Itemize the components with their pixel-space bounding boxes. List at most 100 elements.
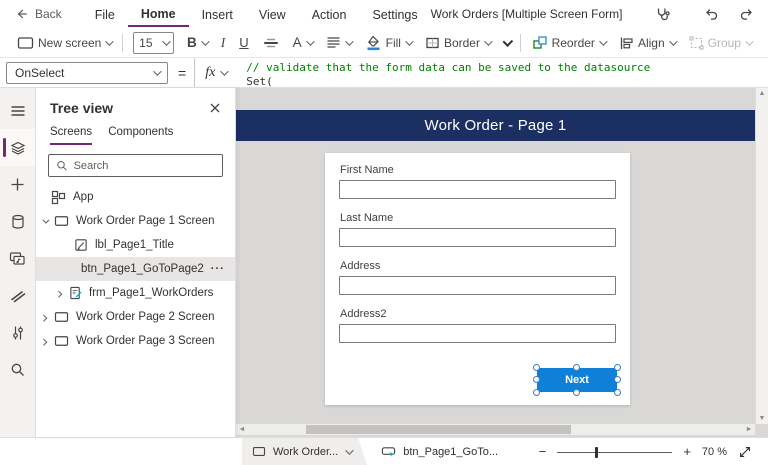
selection-handle[interactable] <box>573 389 580 396</box>
chevron-right-icon[interactable] <box>40 338 47 345</box>
font-size-select[interactable]: 15 <box>133 32 174 54</box>
app-checker-icon[interactable] <box>654 6 671 22</box>
rail-tree-view-button[interactable] <box>0 129 35 166</box>
rail-power-automate-button[interactable] <box>0 277 35 314</box>
hamburger-menu-button[interactable] <box>0 92 35 129</box>
undo-icon[interactable] <box>703 6 719 22</box>
fit-to-window-icon[interactable] <box>738 445 752 459</box>
zoom-level-value: 70 <box>702 446 714 458</box>
selection-handle[interactable] <box>573 364 580 371</box>
screen-selector-tab[interactable]: Work Order... <box>242 438 367 465</box>
zoom-slider[interactable] <box>557 446 672 458</box>
scroll-right-arrow-icon[interactable]: ► <box>743 426 755 433</box>
fill-button[interactable]: Fill <box>358 31 418 55</box>
group-label: Group <box>708 36 741 50</box>
menu-home[interactable]: Home <box>128 1 189 27</box>
percent-sign: % <box>717 446 727 458</box>
zoom-in-button[interactable]: + <box>683 444 691 459</box>
border-label: Border <box>444 36 480 50</box>
italic-button[interactable]: I <box>214 31 233 55</box>
tree-item-label: btn_Page1_GoToPage2 <box>81 263 204 275</box>
work-order-form[interactable]: First Name Last Name Address Address2 Ne… <box>325 153 630 405</box>
tree-item-label: Work Order Page 3 Screen <box>76 335 215 347</box>
rail-search-button[interactable] <box>0 351 35 388</box>
more-formatting-chevron-icon[interactable] <box>503 36 513 46</box>
property-selector[interactable]: OnSelect <box>6 62 168 84</box>
selection-handle[interactable] <box>614 364 621 371</box>
tree-item-button-control[interactable]: btn_Page1_GoToPage2 ··· <box>36 257 235 281</box>
align-button[interactable]: Align <box>612 31 682 55</box>
font-color-button[interactable]: A <box>286 31 319 55</box>
form-field-address2: Address2 <box>339 295 616 343</box>
rail-data-button[interactable] <box>0 203 35 240</box>
chevron-right-icon[interactable] <box>40 314 47 321</box>
scrollbar-thumb[interactable] <box>306 425 571 434</box>
search-icon <box>56 159 68 172</box>
menu-view[interactable]: View <box>246 2 299 26</box>
rail-media-button[interactable] <box>0 240 35 277</box>
zoom-slider-handle[interactable] <box>595 447 598 458</box>
next-button[interactable]: Next <box>537 368 617 392</box>
zoom-out-button[interactable]: − <box>539 444 547 459</box>
text-align-button[interactable] <box>319 31 358 55</box>
rail-advanced-tools-button[interactable] <box>0 314 35 351</box>
back-button[interactable]: Back <box>14 7 62 21</box>
tree-item-app[interactable]: App <box>36 185 235 209</box>
first-name-input[interactable] <box>339 180 616 199</box>
selection-handle[interactable] <box>533 376 540 383</box>
close-icon[interactable] <box>209 102 221 114</box>
selected-control-label: btn_Page1_GoTo... <box>403 446 498 458</box>
chevron-down-icon[interactable] <box>42 216 49 223</box>
bold-glyph: B <box>187 35 197 50</box>
tab-screens[interactable]: Screens <box>50 126 92 145</box>
fx-button[interactable]: fx <box>194 58 236 87</box>
strikethrough-icon <box>263 37 279 49</box>
scroll-down-arrow-icon[interactable]: ▼ <box>759 415 766 422</box>
menu-file[interactable]: File <box>82 2 128 26</box>
last-name-input[interactable] <box>339 228 616 247</box>
tree-item-screen2[interactable]: Work Order Page 2 Screen <box>36 305 235 329</box>
screen-title-bar[interactable]: Work Order - Page 1 <box>236 110 755 141</box>
screen-icon <box>252 446 266 457</box>
tree-item-label-control[interactable]: lbl_Page1_Title <box>36 233 235 257</box>
horizontal-scrollbar[interactable]: ◄ ► <box>236 424 755 435</box>
strikethrough-button[interactable] <box>256 31 286 55</box>
design-canvas[interactable]: Work Order - Page 1 First Name Last Name… <box>236 88 768 437</box>
bold-button[interactable]: B <box>180 31 214 55</box>
selection-handle[interactable] <box>614 389 621 396</box>
scroll-left-arrow-icon[interactable]: ◄ <box>236 426 248 433</box>
new-screen-button[interactable]: New screen <box>10 31 118 55</box>
vertical-scrollbar[interactable]: ▲ ▼ <box>755 88 768 424</box>
tree-item-label: frm_Page1_WorkOrders <box>89 287 213 299</box>
rail-insert-button[interactable] <box>0 166 35 203</box>
reorder-button[interactable]: Reorder <box>525 31 612 55</box>
formula-input[interactable]: // validate that the form data can be sa… <box>236 58 768 87</box>
group-icon <box>689 36 704 50</box>
selection-handle[interactable] <box>533 364 540 371</box>
redo-icon[interactable] <box>739 6 755 22</box>
menu-settings[interactable]: Settings <box>359 2 430 26</box>
menu-insert[interactable]: Insert <box>189 2 246 26</box>
menu-action[interactable]: Action <box>299 2 360 26</box>
scroll-up-arrow-icon[interactable]: ▲ <box>759 90 766 97</box>
selection-handle[interactable] <box>614 376 621 383</box>
border-button[interactable]: Border <box>418 31 497 55</box>
tab-components[interactable]: Components <box>108 126 173 145</box>
selection-handle[interactable] <box>533 389 540 396</box>
sliders-icon <box>11 325 25 341</box>
address2-input[interactable] <box>339 324 616 343</box>
formula-comment-line: // validate that the form data can be sa… <box>246 61 768 75</box>
address-input[interactable] <box>339 276 616 295</box>
tree-item-screen3[interactable]: Work Order Page 3 Screen <box>36 329 235 353</box>
selected-control-tab[interactable]: btn_Page1_GoTo... <box>367 438 512 465</box>
tree-item-form-control[interactable]: frm_Page1_WorkOrders <box>36 281 235 305</box>
field-label: Address <box>339 247 616 276</box>
search-input[interactable] <box>74 160 215 172</box>
text-align-icon <box>326 36 341 49</box>
underline-button[interactable]: U <box>232 31 255 55</box>
chevron-right-icon[interactable] <box>55 290 62 297</box>
item-overflow-menu[interactable]: ··· <box>211 263 231 275</box>
tree-search-box[interactable] <box>48 154 223 177</box>
tree-item-screen1[interactable]: Work Order Page 1 Screen <box>36 209 235 233</box>
screen-selector-label: Work Order... <box>273 446 338 458</box>
